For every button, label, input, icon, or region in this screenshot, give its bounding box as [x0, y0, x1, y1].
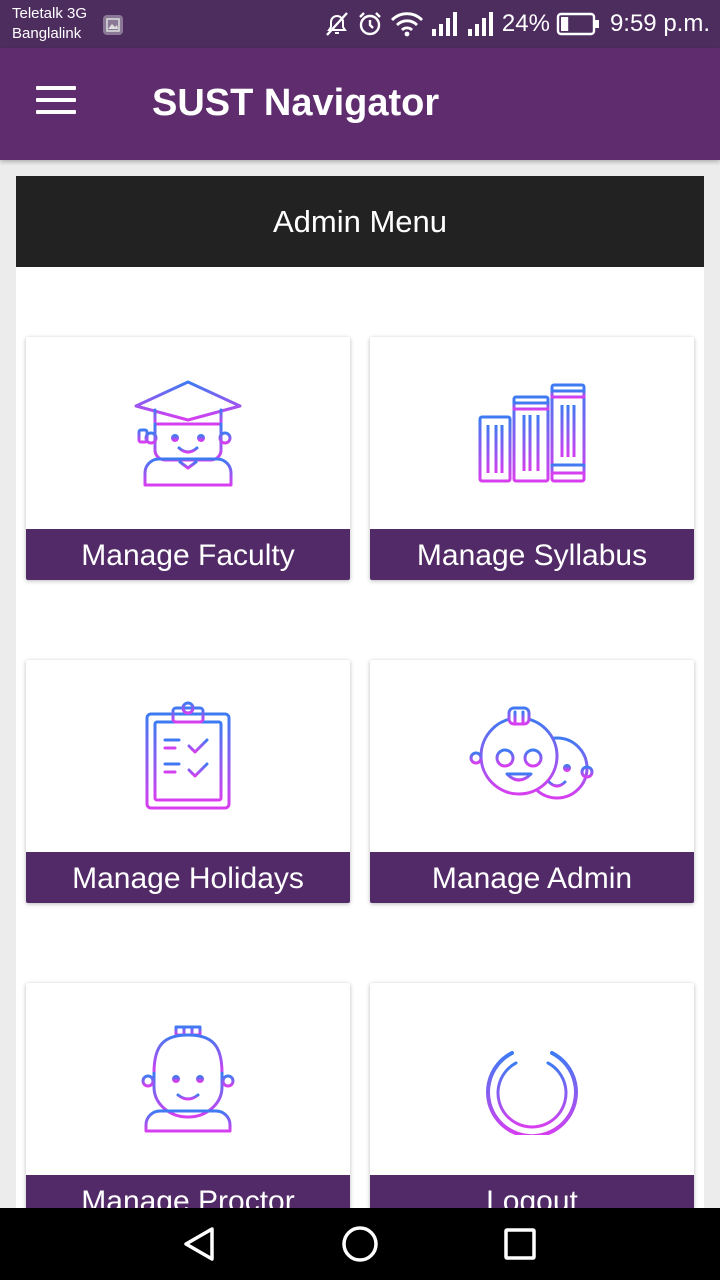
carrier-1-label: Teletalk 3G	[12, 5, 88, 22]
graduate-icon	[134, 380, 242, 487]
home-icon[interactable]	[340, 1224, 380, 1264]
clipboard-checklist-icon	[145, 701, 231, 810]
manage-faculty-card[interactable]: Manage Faculty	[26, 337, 350, 580]
alarm-icon	[359, 12, 381, 36]
clock: 9:59 p.m.	[609, 10, 710, 37]
back-icon[interactable]	[180, 1224, 220, 1264]
recents-icon[interactable]	[500, 1224, 540, 1264]
admin-menu-panel: Admin Menu Manage Faculty Manage Syllabu…	[16, 176, 704, 1216]
hamburger-line	[36, 98, 76, 102]
card-icon-area	[370, 983, 694, 1175]
battery-icon	[556, 12, 599, 36]
image-icon	[103, 15, 123, 35]
carrier-2-label: Banglalink	[12, 25, 82, 42]
card-icon-area	[26, 983, 350, 1175]
carrier-info: Teletalk 3G Banglalink	[12, 4, 87, 44]
card-icon-area	[26, 660, 350, 852]
manage-proctor-card[interactable]: Manage Proctor	[26, 983, 350, 1216]
hamburger-menu-button[interactable]	[36, 86, 76, 120]
card-icon-area	[370, 337, 694, 529]
navigation-bar	[0, 1208, 720, 1280]
status-bar: Teletalk 3G Banglalink 24% 9:59 p.m.	[0, 0, 720, 48]
wifi-icon	[390, 12, 423, 37]
books-icon	[478, 383, 586, 483]
logout-card[interactable]: Logout	[370, 983, 694, 1216]
status-icons: 24% 9:59 p.m.	[324, 6, 710, 42]
signal-icon	[431, 12, 457, 36]
card-icon-area	[26, 337, 350, 529]
manage-syllabus-card[interactable]: Manage Syllabus	[370, 337, 694, 580]
app-title: SUST Navigator	[152, 82, 440, 124]
manage-admin-card[interactable]: Manage Admin	[370, 660, 694, 903]
two-faces-icon	[469, 706, 594, 800]
manage-syllabus-label: Manage Syllabus	[370, 529, 694, 580]
battery-percentage: 24%	[501, 10, 550, 37]
hamburger-line	[36, 110, 76, 114]
card-icon-area	[370, 660, 694, 852]
power-icon	[486, 1023, 578, 1135]
hamburger-icon	[36, 86, 76, 90]
manage-holidays-card[interactable]: Manage Holidays	[26, 660, 350, 903]
app-bar: SUST Navigator	[0, 48, 720, 160]
proctor-icon	[141, 1025, 235, 1133]
manage-faculty-label: Manage Faculty	[26, 529, 350, 580]
mute-icon	[326, 12, 348, 36]
admin-menu-header: Admin Menu	[16, 176, 704, 267]
manage-admin-label: Manage Admin	[370, 852, 694, 903]
manage-holidays-label: Manage Holidays	[26, 852, 350, 903]
signal-icon	[467, 12, 493, 36]
